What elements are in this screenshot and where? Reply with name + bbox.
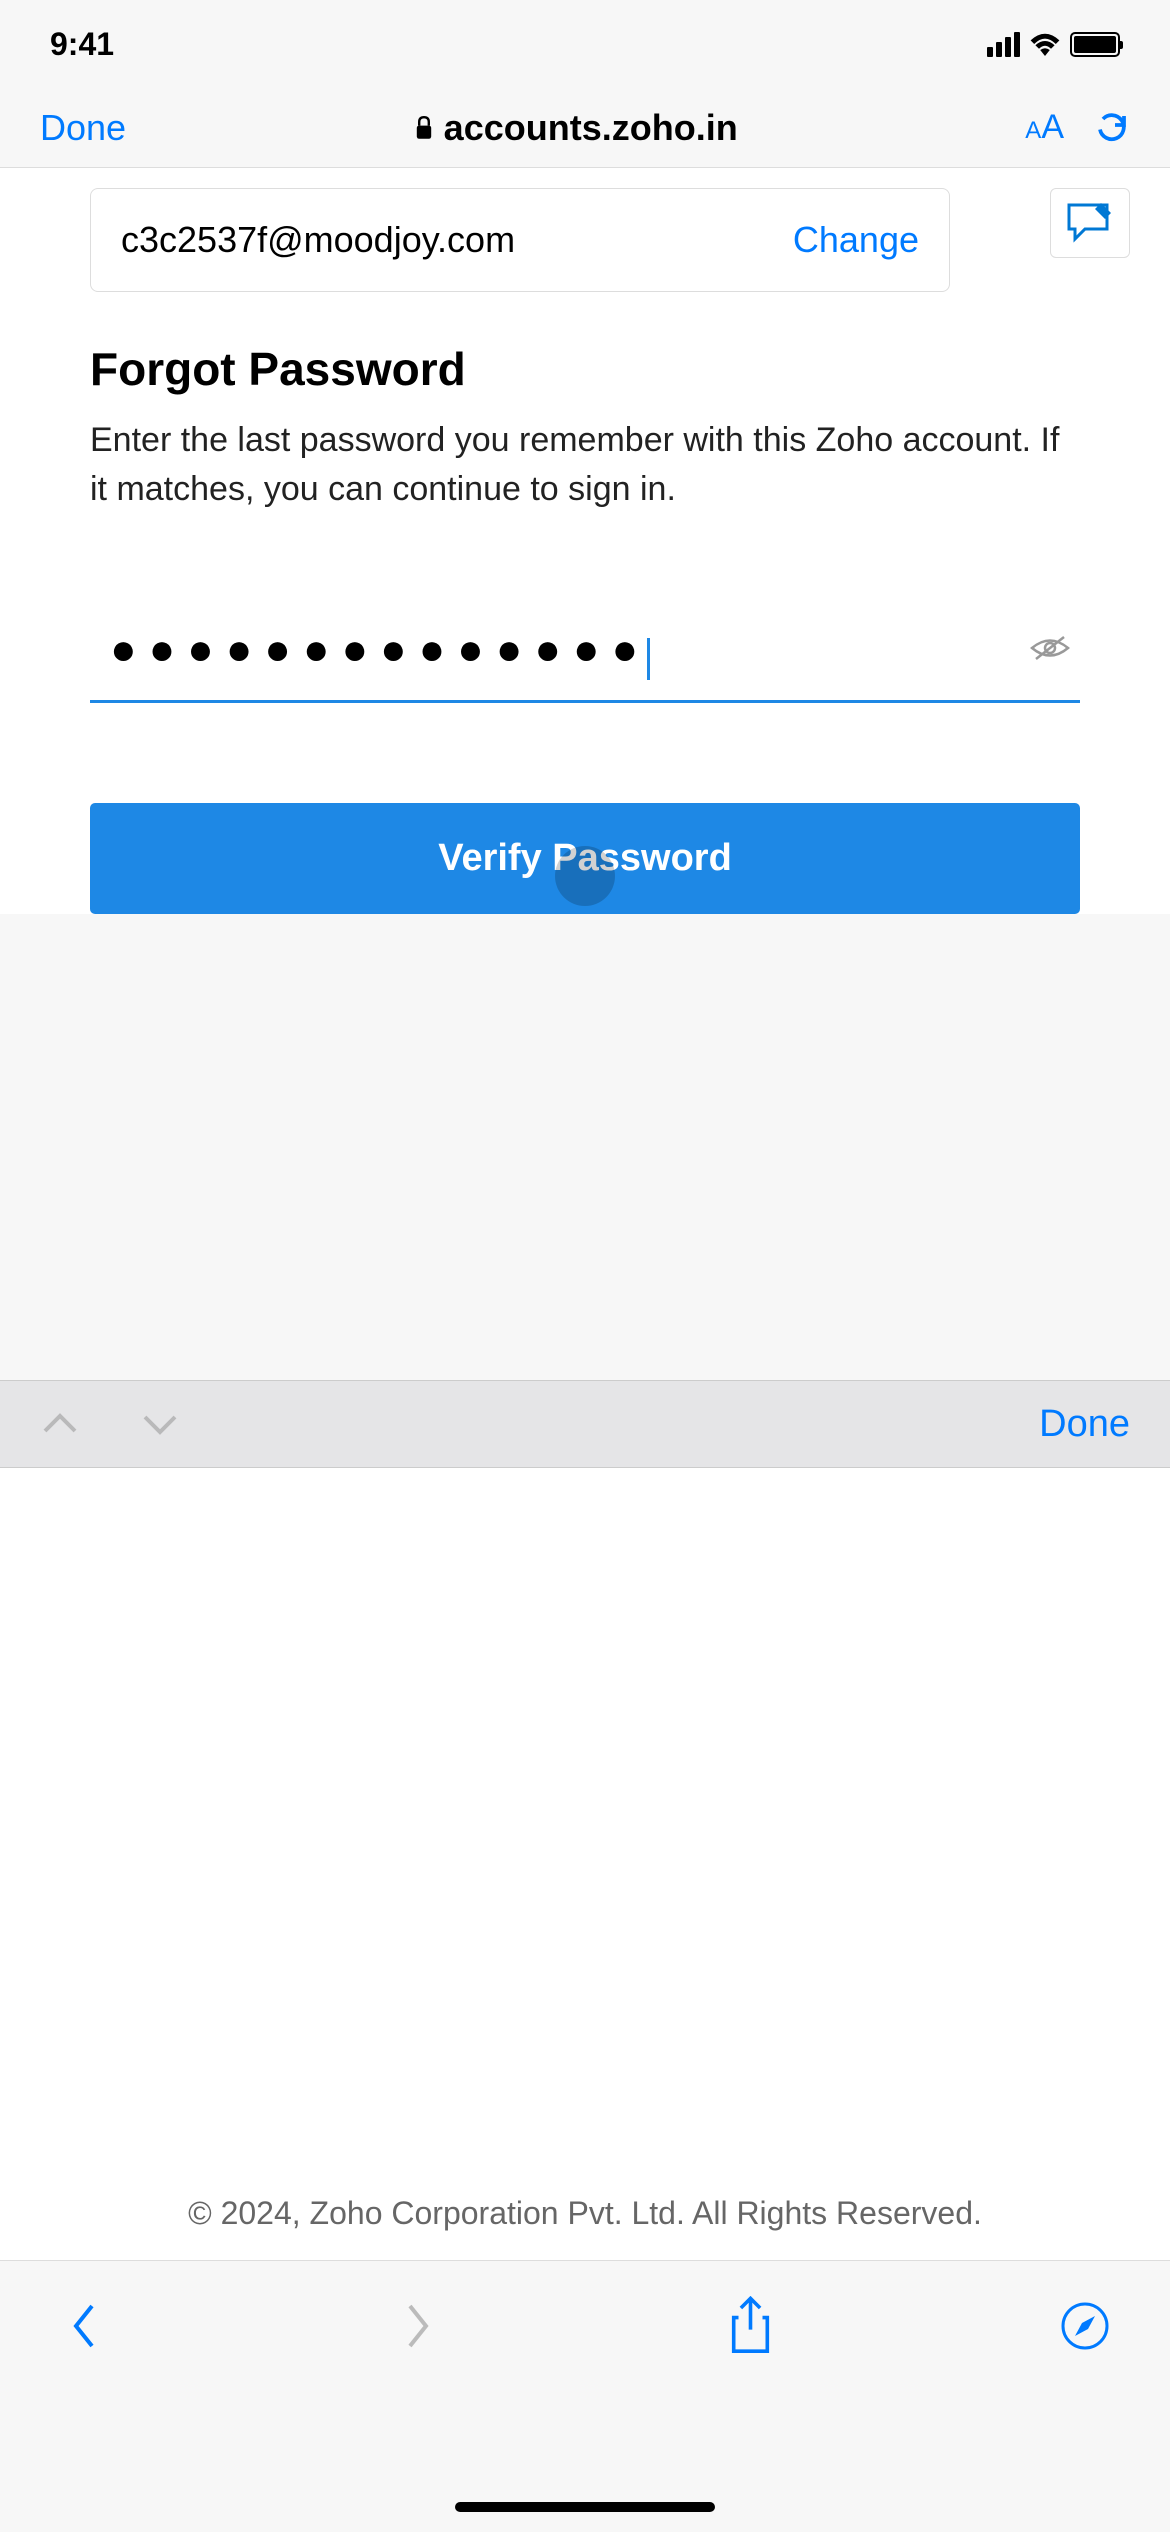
refresh-icon[interactable] bbox=[1094, 110, 1130, 146]
change-email-link[interactable]: Change bbox=[793, 219, 919, 261]
text-cursor bbox=[647, 638, 650, 680]
back-icon[interactable] bbox=[60, 2301, 110, 2351]
next-field-icon[interactable] bbox=[140, 1409, 180, 1439]
feedback-icon bbox=[1065, 201, 1115, 245]
keyboard-done-button[interactable]: Done bbox=[1039, 1403, 1130, 1446]
previous-field-icon[interactable] bbox=[40, 1409, 80, 1439]
status-time: 9:41 bbox=[50, 26, 114, 63]
share-icon[interactable] bbox=[723, 2296, 778, 2356]
page-title: Forgot Password bbox=[90, 342, 1080, 396]
safari-icon[interactable] bbox=[1060, 2301, 1110, 2351]
page-description: Enter the last password you remember wit… bbox=[90, 416, 1080, 515]
browser-done-button[interactable]: Done bbox=[40, 107, 126, 149]
url-bar[interactable]: accounts.zoho.in bbox=[156, 107, 995, 149]
keyboard-accessory-bar: Done bbox=[0, 1380, 1170, 1468]
wifi-icon bbox=[1030, 32, 1060, 56]
password-masked-value: ●●●●●●●●●●●●●● bbox=[90, 625, 650, 675]
status-icons bbox=[987, 32, 1120, 57]
lock-icon bbox=[414, 116, 434, 140]
browser-header: Done accounts.zoho.in AA bbox=[0, 88, 1170, 168]
password-input[interactable]: ●●●●●●●●●●●●●● bbox=[90, 625, 1080, 704]
email-display-box: c3c2537f@moodjoy.com Change bbox=[90, 188, 950, 292]
white-area bbox=[0, 1468, 1170, 2260]
toggle-password-visibility-icon[interactable] bbox=[1030, 633, 1070, 663]
home-indicator[interactable] bbox=[455, 2502, 715, 2512]
forward-icon[interactable] bbox=[392, 2301, 442, 2351]
reader-mode-button[interactable]: AA bbox=[1025, 108, 1064, 147]
keyboard-nav-group bbox=[40, 1409, 180, 1439]
copyright-text: © 2024, Zoho Corporation Pvt. Ltd. All R… bbox=[0, 2195, 1170, 2232]
browser-toolbar bbox=[0, 2261, 1170, 2391]
feedback-button[interactable] bbox=[1050, 188, 1130, 258]
email-value: c3c2537f@moodjoy.com bbox=[121, 219, 515, 261]
url-text: accounts.zoho.in bbox=[444, 107, 738, 149]
content-area: c3c2537f@moodjoy.com Change Forgot Passw… bbox=[0, 168, 1170, 914]
status-bar: 9:41 bbox=[0, 0, 1170, 88]
cellular-signal-icon bbox=[987, 32, 1020, 57]
touch-indicator bbox=[555, 846, 615, 906]
browser-footer bbox=[0, 2260, 1170, 2532]
verify-password-button[interactable]: Verify Password bbox=[90, 803, 1080, 914]
battery-icon bbox=[1070, 32, 1120, 57]
